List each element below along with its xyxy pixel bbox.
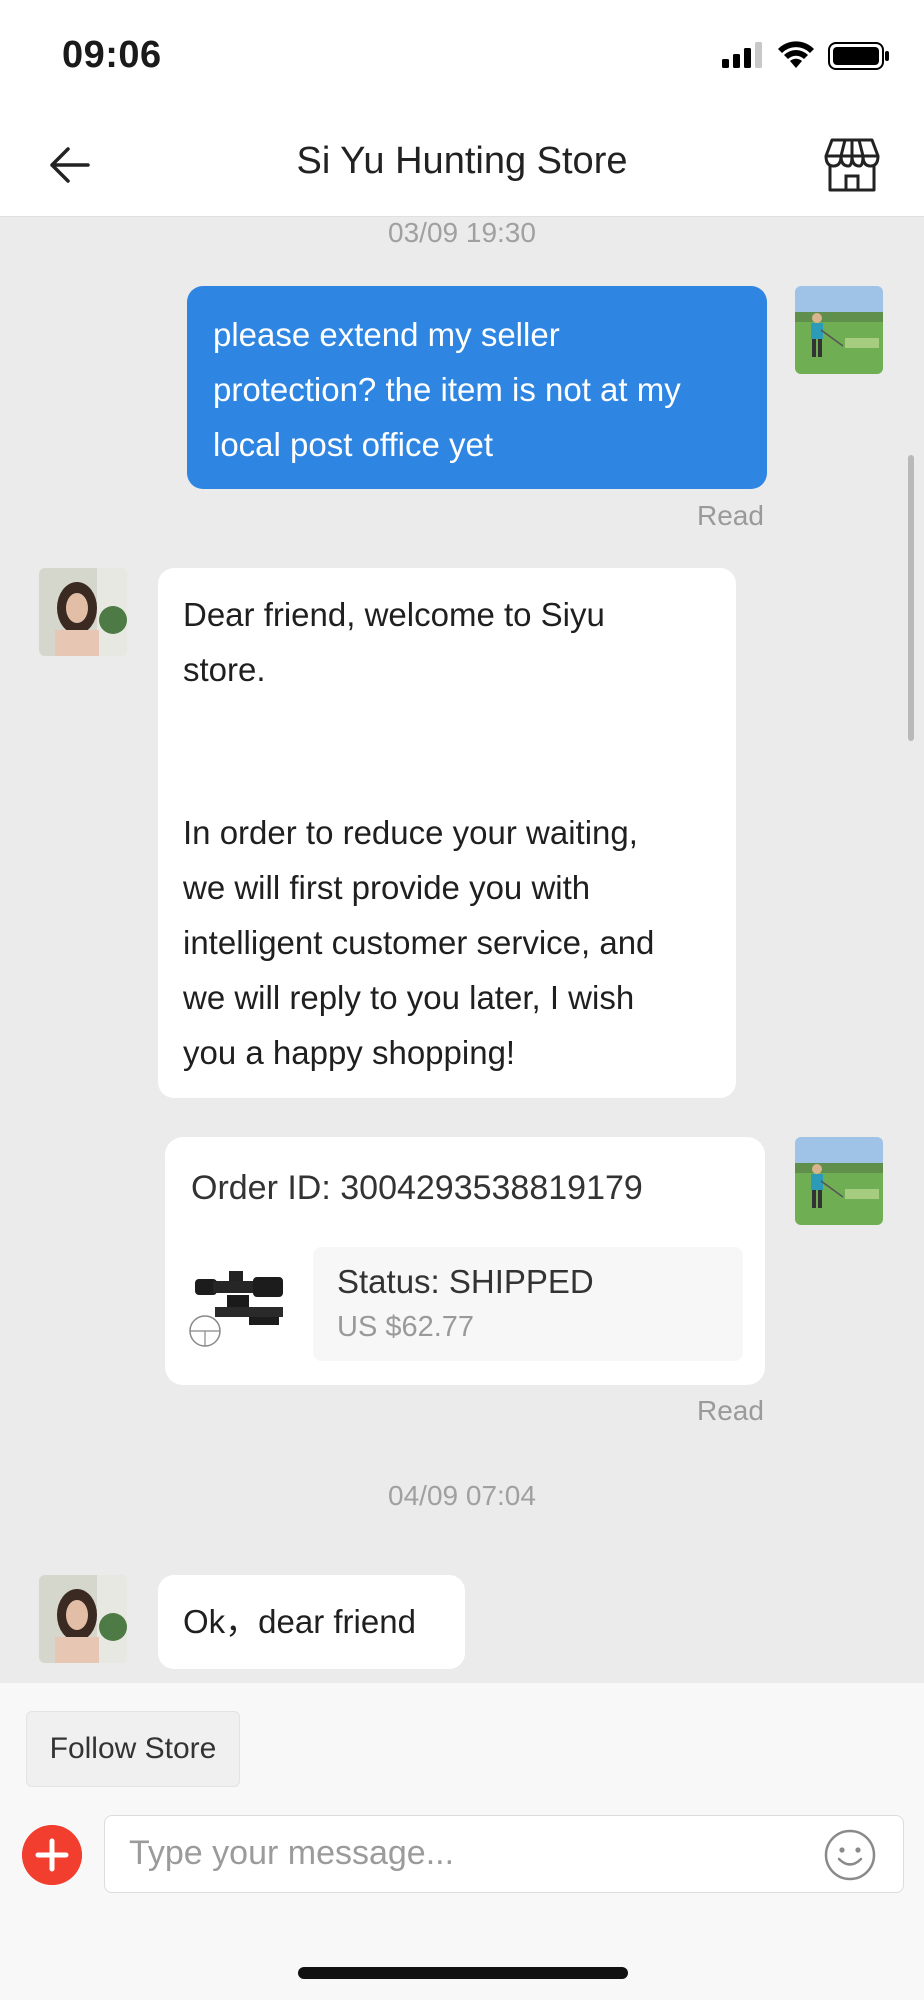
message-timestamp: 04/09 07:04 <box>388 1480 536 1511</box>
store-avatar[interactable] <box>39 568 127 656</box>
chat-scroll-area[interactable]: 03/09 19:30 please extend my seller prot… <box>0 217 924 1683</box>
status-time: 09:06 <box>62 34 162 76</box>
status-bar: 09:06 <box>0 0 924 110</box>
chat-scrollbar[interactable] <box>908 455 914 741</box>
order-status: Status: SHIPPED <box>337 1263 594 1300</box>
emoji-icon[interactable] <box>823 1828 877 1882</box>
cellular-signal-icon <box>722 42 762 68</box>
plus-icon[interactable] <box>22 1825 82 1885</box>
read-receipt: Read <box>697 500 764 531</box>
order-id: Order ID: 3004293538819179 <box>191 1169 643 1207</box>
order-card[interactable]: Order ID: 3004293538819179 Status: SHIPP… <box>165 1137 765 1385</box>
follow-store-button[interactable]: Follow Store <box>26 1711 240 1787</box>
order-price: US $62.77 <box>337 1311 475 1343</box>
outgoing-message[interactable]: please extend my seller protection? the … <box>187 286 767 489</box>
message-timestamp: 03/09 19:30 <box>388 217 536 248</box>
read-receipt: Read <box>697 1395 764 1426</box>
chat-header: Si Yu Hunting Store <box>0 110 924 217</box>
home-indicator <box>298 1967 628 1979</box>
message-input[interactable]: Type your message... <box>104 1815 904 1893</box>
wifi-icon <box>778 41 814 68</box>
product-summary[interactable]: Status: SHIPPED US $62.77 <box>313 1247 743 1361</box>
incoming-message[interactable]: Ok，dear friend <box>158 1575 465 1669</box>
message-input-placeholder: Type your message... <box>129 1834 455 1872</box>
message-composer-panel: Follow Store Type your message... <box>0 1683 924 2000</box>
user-avatar[interactable] <box>795 1137 883 1225</box>
battery-icon <box>828 42 889 70</box>
store-avatar[interactable] <box>39 1575 127 1663</box>
incoming-message[interactable]: Dear friend, welcome to Siyu store. In o… <box>158 568 736 1098</box>
rifle-scope-product-image[interactable] <box>189 1257 293 1349</box>
user-avatar[interactable] <box>795 286 883 374</box>
storefront-icon[interactable] <box>822 134 882 194</box>
store-title: Si Yu Hunting Store <box>296 140 628 182</box>
